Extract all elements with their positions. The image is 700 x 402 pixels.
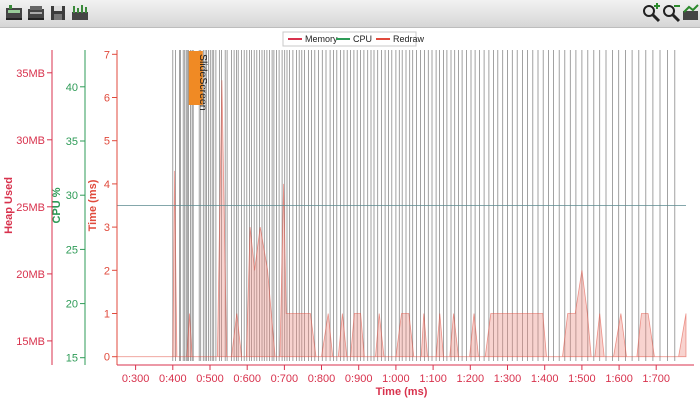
save-icon[interactable] [48, 3, 68, 23]
legend[interactable]: Memory CPU Redraw [282, 31, 425, 47]
memory-tick-label: 25MB [16, 202, 45, 214]
redraw-tick-label: 1 [104, 309, 110, 321]
cpu-snapshot-icon[interactable] [26, 3, 46, 23]
x-tick-label: 1:000 [382, 373, 410, 385]
memory-tick-label: 15MB [16, 336, 45, 348]
memory-tick-label: 20MB [16, 269, 45, 281]
x-tick-label: 0:600 [233, 373, 261, 385]
legend-label: Memory [305, 34, 338, 44]
redraw-tick-label: 4 [104, 179, 110, 191]
cpu-tick-label: 15 [66, 353, 78, 365]
x-tick-label: 1:300 [494, 373, 522, 385]
annotation-label: SlideScreen [197, 54, 209, 111]
x-tick-label: 1:700 [642, 373, 670, 385]
redraw-axis-label: Time (ms) [87, 179, 99, 231]
redraw-series [117, 80, 687, 358]
profiler-window: 15MB 20MB 25MB 30MB 35MB Heap Used 15 20 25 30 35 4… [0, 0, 700, 402]
cpu-tick-label: 20 [66, 299, 78, 311]
cpu-tick-label: 25 [66, 244, 78, 256]
reset-zoom-icon[interactable] [681, 3, 700, 23]
profiler-chart[interactable]: 15MB20MB25MB30MB35MBHeap Used15202530354… [0, 27, 700, 402]
redraw-tick-label: 5 [104, 136, 110, 148]
legend-label: Redraw [393, 34, 425, 44]
frames-icon[interactable] [70, 3, 90, 23]
x-tick-label: 1:100 [419, 373, 447, 385]
x-tick-label: 0:500 [196, 373, 224, 385]
x-tick-label: 0:400 [159, 373, 187, 385]
zoom-in-icon[interactable] [641, 3, 661, 23]
cpu-tick-label: 35 [66, 136, 78, 148]
annotation-group: SlideScreen [188, 51, 209, 111]
memory-tick-label: 30MB [16, 135, 45, 147]
x-tick-label: 0:900 [345, 373, 373, 385]
x-tick-label: 1:600 [605, 373, 633, 385]
x-tick-label: 1:200 [457, 373, 485, 385]
cpu-tick-label: 40 [66, 82, 78, 94]
redraw-area [117, 80, 687, 358]
redraw-tick-label: 2 [104, 265, 110, 277]
x-tick-label: 0:800 [308, 373, 336, 385]
cpu-axis-label: CPU % [51, 187, 63, 223]
memory-tick-label: 35MB [16, 68, 45, 80]
zoom-out-icon[interactable] [661, 3, 681, 23]
toolbar [0, 0, 700, 28]
redraw-tick-label: 6 [104, 93, 110, 105]
x-tick-label: 1:400 [531, 373, 559, 385]
x-tick-label: 0:300 [122, 373, 150, 385]
x-axis-label: Time (ms) [376, 386, 428, 398]
cpu-tick-label: 30 [66, 190, 78, 202]
x-tick-label: 1:500 [568, 373, 596, 385]
legend-label: CPU [353, 34, 372, 44]
redraw-tick-label: 0 [104, 352, 110, 364]
memory-snapshot-icon[interactable] [4, 3, 24, 23]
redraw-tick-label: 3 [104, 222, 110, 234]
memory-axis-label: Heap Used [3, 177, 15, 234]
redraw-tick-label: 7 [104, 49, 110, 61]
x-tick-label: 0:700 [271, 373, 299, 385]
